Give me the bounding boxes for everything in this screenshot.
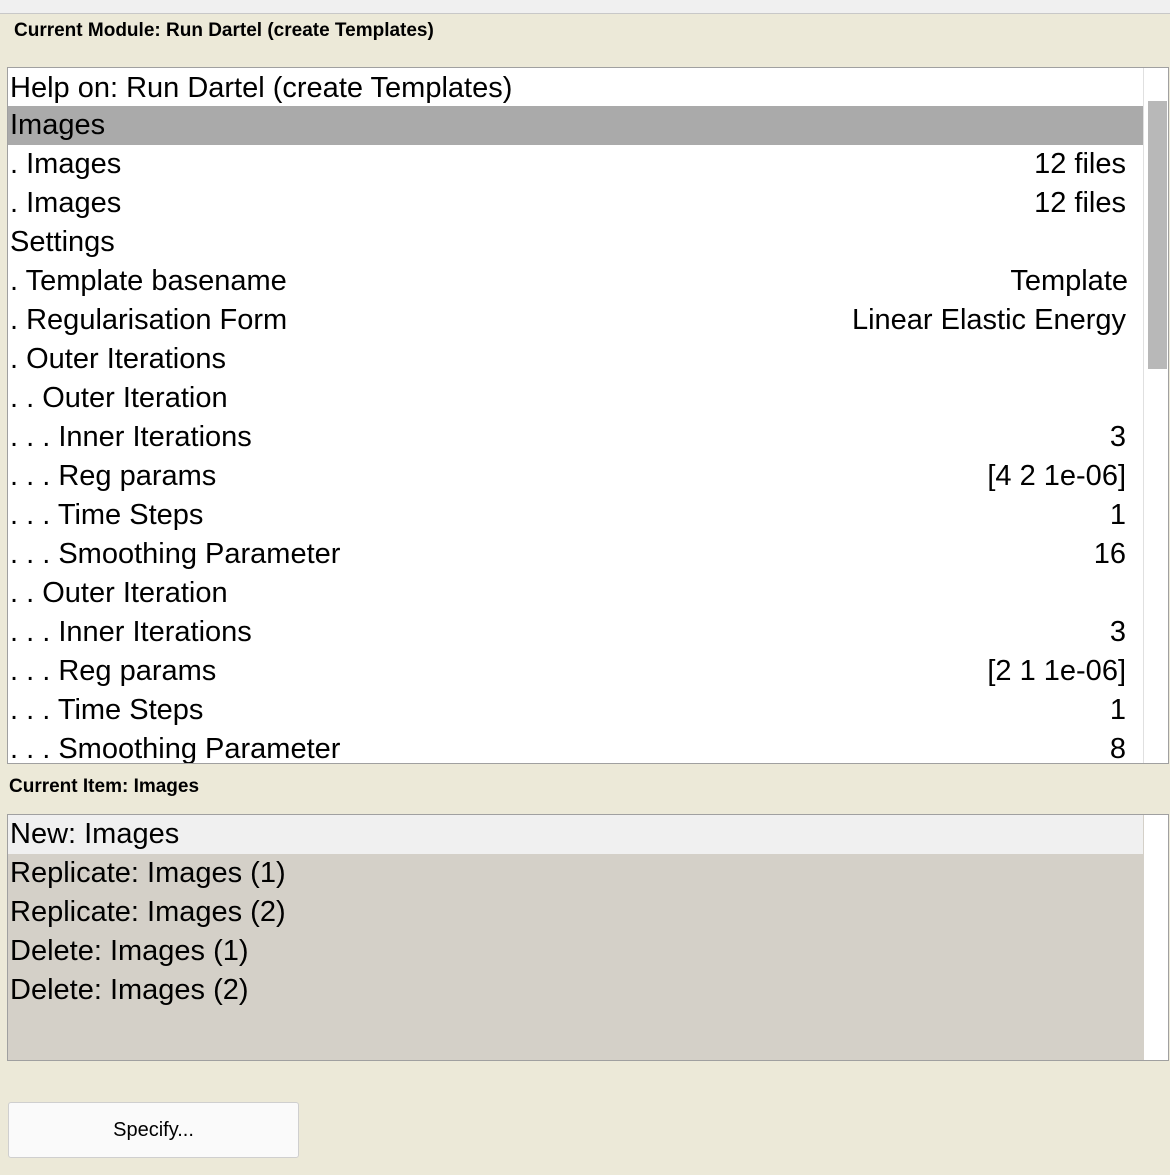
module-row[interactable]: . . . Smoothing Parameter 8 xyxy=(8,730,1143,764)
row-value: 1 xyxy=(1109,499,1126,531)
options-rows: New: Images Replicate: Images (1) Replic… xyxy=(8,815,1143,1010)
module-row[interactable]: . Regularisation Form Linear Elastic Ene… xyxy=(8,301,1143,340)
row-value: [4 2 1e-06] xyxy=(987,460,1126,492)
row-value: [2 1 1e-06] xyxy=(987,655,1126,687)
option-delete-images-1[interactable]: Delete: Images (1) xyxy=(8,932,1143,971)
row-value: 3 xyxy=(1109,616,1126,648)
module-row[interactable]: . . Outer Iteration xyxy=(8,574,1143,613)
module-row[interactable]: . Images 12 files xyxy=(8,145,1143,184)
options-scrollbar[interactable] xyxy=(1144,815,1168,1060)
module-row[interactable]: Settings xyxy=(8,223,1143,262)
option-new-images[interactable]: New: Images xyxy=(8,815,1143,854)
row-label: Images xyxy=(10,109,106,141)
row-label: . . . Reg params xyxy=(10,655,217,687)
row-label: . . . Smoothing Parameter xyxy=(10,733,341,764)
current-item-label: Current Item: Images xyxy=(9,776,200,797)
row-value: 3 xyxy=(1109,421,1126,453)
row-value: 16 xyxy=(1093,538,1126,570)
scrollbar-thumb[interactable] xyxy=(1148,101,1167,369)
row-value: 12 files xyxy=(1034,187,1126,219)
module-row[interactable]: . . . Time Steps 1 xyxy=(8,691,1143,730)
module-row[interactable]: . . . Inner Iterations 3 xyxy=(8,613,1143,652)
row-label: . Template basename xyxy=(10,265,287,297)
option-delete-images-2[interactable]: Delete: Images (2) xyxy=(8,971,1143,1010)
top-strip xyxy=(0,0,1170,14)
module-row[interactable]: . Template basename Template xyxy=(8,262,1143,301)
module-row[interactable]: . . . Reg params [4 2 1e-06] xyxy=(8,457,1143,496)
row-value: 12 files xyxy=(1034,148,1126,180)
row-label: . . . Time Steps xyxy=(10,694,204,726)
row-value: 1 xyxy=(1109,694,1126,726)
module-list[interactable]: Help on: Run Dartel (create Templates) I… xyxy=(7,67,1169,764)
row-label: . . Outer Iteration xyxy=(10,382,228,414)
option-replicate-images-1[interactable]: Replicate: Images (1) xyxy=(8,854,1143,893)
specify-button[interactable]: Specify... xyxy=(8,1102,299,1158)
row-label: . Regularisation Form xyxy=(10,304,288,336)
current-module-label: Current Module: Run Dartel (create Templ… xyxy=(14,20,434,41)
row-label: . . . Inner Iterations xyxy=(10,421,252,453)
help-row-label: Help on: Run Dartel (create Templates) xyxy=(10,72,513,104)
row-value: 8 xyxy=(1109,733,1126,764)
module-rows: Help on: Run Dartel (create Templates) I… xyxy=(8,68,1143,764)
row-label: . . . Smoothing Parameter xyxy=(10,538,341,570)
option-replicate-images-2[interactable]: Replicate: Images (2) xyxy=(8,893,1143,932)
module-row[interactable]: . . . Time Steps 1 xyxy=(8,496,1143,535)
row-label: . . Outer Iteration xyxy=(10,577,228,609)
module-row[interactable]: . Outer Iterations xyxy=(8,340,1143,379)
module-row[interactable]: . . . Reg params [2 1 1e-06] xyxy=(8,652,1143,691)
row-label: . . . Time Steps xyxy=(10,499,204,531)
help-row[interactable]: Help on: Run Dartel (create Templates) xyxy=(8,68,1143,106)
row-label: . . . Reg params xyxy=(10,460,217,492)
row-label: Settings xyxy=(10,226,115,258)
row-label: . Outer Iterations xyxy=(10,343,226,375)
module-row[interactable]: . Images 12 files xyxy=(8,184,1143,223)
module-row-images[interactable]: Images xyxy=(8,106,1143,145)
row-value: Template xyxy=(1010,265,1128,297)
module-row[interactable]: . . . Smoothing Parameter 16 xyxy=(8,535,1143,574)
module-row[interactable]: . . . Inner Iterations 3 xyxy=(8,418,1143,457)
row-label: . Images xyxy=(10,187,122,219)
options-list[interactable]: New: Images Replicate: Images (1) Replic… xyxy=(7,814,1169,1061)
row-value: Linear Elastic Energy xyxy=(851,304,1126,336)
module-row[interactable]: . . Outer Iteration xyxy=(8,379,1143,418)
row-label: . Images xyxy=(10,148,122,180)
module-list-scrollbar[interactable] xyxy=(1143,68,1168,763)
row-label: . . . Inner Iterations xyxy=(10,616,252,648)
